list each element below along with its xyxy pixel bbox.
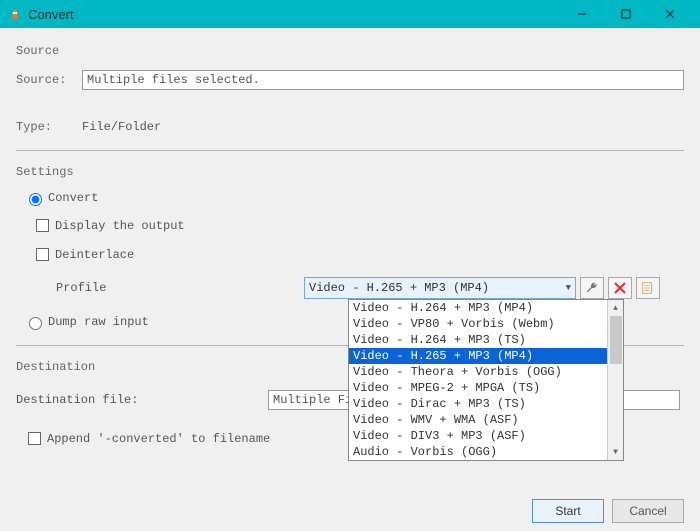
- scroll-down-icon[interactable]: ▼: [608, 444, 623, 460]
- profile-selected-text: Video - H.265 + MP3 (MP4): [309, 281, 489, 295]
- source-label: Source:: [16, 73, 82, 87]
- title-bar: Convert: [0, 0, 700, 28]
- vlc-icon: [8, 7, 22, 21]
- profile-option[interactable]: Video - Theora + Vorbis (OGG): [349, 364, 607, 380]
- chevron-down-icon: ▼: [566, 283, 571, 293]
- deinterlace-label: Deinterlace: [55, 248, 134, 262]
- source-input[interactable]: [82, 70, 684, 90]
- dump-raw-label: Dump raw input: [48, 315, 149, 329]
- minimize-button[interactable]: [560, 0, 604, 28]
- close-button[interactable]: [648, 0, 692, 28]
- destination-file-label: Destination file:: [16, 393, 268, 407]
- scroll-up-icon[interactable]: ▲: [608, 300, 623, 316]
- convert-radio[interactable]: Convert: [24, 190, 684, 206]
- cancel-button[interactable]: Cancel: [612, 499, 684, 523]
- source-section-label: Source: [16, 44, 684, 58]
- profile-option[interactable]: Video - DIV3 + MP3 (ASF): [349, 428, 607, 444]
- start-button-label: Start: [555, 504, 580, 518]
- new-profile-icon: [641, 281, 655, 295]
- dump-raw-radio-input[interactable]: [29, 317, 42, 330]
- append-converted-label: Append '-converted' to filename: [47, 432, 270, 446]
- dialog-body: Source Source: Type: File/Folder Setting…: [0, 28, 700, 531]
- dropdown-scrollbar[interactable]: ▲ ▼: [607, 300, 623, 460]
- convert-radio-label: Convert: [48, 191, 98, 205]
- profile-option[interactable]: Video - WMV + WMA (ASF): [349, 412, 607, 428]
- display-output-input[interactable]: [36, 219, 49, 232]
- profile-option[interactable]: Audio - Vorbis (OGG): [349, 444, 607, 460]
- window-title: Convert: [28, 7, 560, 22]
- profile-option[interactable]: Video - Dirac + MP3 (TS): [349, 396, 607, 412]
- display-output-label: Display the output: [55, 219, 185, 233]
- divider: [16, 150, 684, 151]
- profile-option[interactable]: Video - H.265 + MP3 (MP4): [349, 348, 607, 364]
- convert-radio-input[interactable]: [29, 193, 42, 206]
- new-profile-button[interactable]: [636, 277, 660, 299]
- maximize-button[interactable]: [604, 0, 648, 28]
- profile-dropdown[interactable]: Video - H.264 + MP3 (MP4)Video - VP80 + …: [348, 299, 624, 461]
- profile-option[interactable]: Video - MPEG-2 + MPGA (TS): [349, 380, 607, 396]
- delete-profile-button[interactable]: [608, 277, 632, 299]
- append-converted-input[interactable]: [28, 432, 41, 445]
- profile-label: Profile: [16, 281, 304, 295]
- wrench-icon: [585, 281, 599, 295]
- deinterlace-input[interactable]: [36, 248, 49, 261]
- deinterlace-checkbox[interactable]: Deinterlace: [32, 245, 684, 264]
- start-button[interactable]: Start: [532, 499, 604, 523]
- x-icon: [614, 282, 626, 294]
- display-output-checkbox[interactable]: Display the output: [32, 216, 684, 235]
- edit-profile-button[interactable]: [580, 277, 604, 299]
- settings-section-label: Settings: [16, 165, 684, 179]
- profile-combobox[interactable]: Video - H.265 + MP3 (MP4) ▼: [304, 277, 576, 299]
- scroll-thumb[interactable]: [610, 316, 622, 364]
- type-value: File/Folder: [82, 120, 161, 134]
- profile-option[interactable]: Video - H.264 + MP3 (MP4): [349, 300, 607, 316]
- type-label: Type:: [16, 120, 82, 134]
- profile-option[interactable]: Video - H.264 + MP3 (TS): [349, 332, 607, 348]
- cancel-button-label: Cancel: [629, 504, 666, 518]
- profile-option[interactable]: Video - VP80 + Vorbis (Webm): [349, 316, 607, 332]
